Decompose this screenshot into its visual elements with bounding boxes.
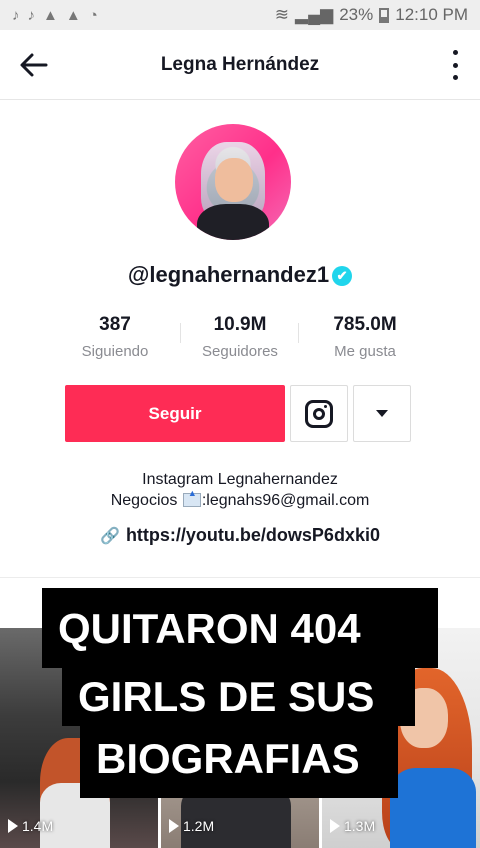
bio-business-label: Negocios: [110, 492, 178, 509]
avatar[interactable]: [175, 124, 291, 240]
stat-label: Me gusta: [334, 343, 396, 360]
stat-followers[interactable]: 10.9M Seguidores: [185, 314, 295, 360]
bio-email: :legnahs96@gmail.com: [201, 492, 370, 509]
caption-line: QUITARON 404: [42, 588, 438, 668]
battery-icon: [379, 7, 390, 23]
view-count: 1.2M: [169, 818, 214, 834]
link-icon: 🔗: [100, 528, 120, 545]
play-icon: [169, 819, 179, 833]
inbox-tray-icon: [182, 488, 201, 507]
caption-line: GIRLS DE SUS: [62, 668, 415, 726]
verified-badge-icon: ✔: [332, 266, 353, 286]
more-options-button[interactable]: [450, 50, 460, 80]
signal-icon: ▂▄▆: [295, 5, 334, 24]
caption-line: BIOGRAFIAS: [80, 724, 398, 798]
tiktok-icon: ♪: [27, 6, 36, 24]
bio-link[interactable]: 🔗 https://youtu.be/dowsP6dxki0: [0, 525, 480, 546]
play-icon: [330, 819, 340, 833]
section-divider: [0, 577, 480, 578]
stat-divider: [180, 323, 181, 343]
status-system-info: ≋ ▂▄▆ 23% 12:10 PM: [275, 5, 468, 25]
status-notification-icons: ♪ ♪ ▲ ▲ ◔: [12, 7, 98, 24]
warning-icon: ▲: [43, 6, 58, 24]
stat-following[interactable]: 387 Siguiendo: [60, 314, 170, 360]
back-button[interactable]: [18, 50, 50, 80]
warning-icon: ▲: [65, 6, 81, 24]
stat-label: Seguidores: [202, 343, 278, 360]
profile-stats: 387 Siguiendo 10.9M Seguidores 785.0M Me…: [60, 314, 420, 360]
clock: 12:10 PM: [395, 5, 468, 24]
username-text: @legnahernandez1: [127, 262, 330, 287]
sync-icon: ◔: [88, 6, 98, 24]
stat-divider: [298, 323, 299, 343]
stat-value: 785.0M: [333, 314, 397, 335]
stat-label: Siguiendo: [81, 343, 149, 360]
bio-line-1: Instagram Legnahernandez: [142, 471, 338, 488]
instagram-button[interactable]: [290, 385, 348, 442]
username: @legnahernandez1 ✔: [0, 262, 480, 288]
bio-line-2: Negocios :legnahs96@gmail.com: [0, 488, 480, 510]
caret-down-icon: [376, 410, 388, 417]
follow-button[interactable]: Seguir: [65, 385, 285, 442]
stat-value: 387: [99, 314, 131, 335]
stat-likes[interactable]: 785.0M Me gusta: [310, 314, 420, 360]
page-title: Legna Hernández: [160, 53, 320, 75]
view-count: 1.3M: [330, 818, 375, 834]
more-vertical-icon: [452, 50, 458, 55]
view-count-text: 1.2M: [183, 818, 215, 834]
bio-link-text: https://youtu.be/dowsP6dxki0: [125, 525, 380, 545]
view-count-text: 1.4M: [22, 818, 54, 834]
suggested-accounts-button[interactable]: [353, 385, 411, 442]
view-count-text: 1.3M: [344, 818, 376, 834]
tiktok-icon: ♪: [12, 6, 20, 24]
play-icon: [8, 819, 18, 833]
status-bar: ♪ ♪ ▲ ▲ ◔ ≋ ▂▄▆ 23% 12:10 PM: [0, 0, 480, 30]
profile-header: Legna Hernández: [0, 30, 480, 100]
stat-value: 10.9M: [213, 314, 267, 335]
instagram-icon: [305, 399, 333, 428]
arrow-left-icon: [20, 53, 48, 77]
view-count: 1.4M: [8, 818, 53, 834]
wifi-icon: ≋: [274, 5, 289, 24]
battery-percent: 23%: [339, 5, 374, 24]
